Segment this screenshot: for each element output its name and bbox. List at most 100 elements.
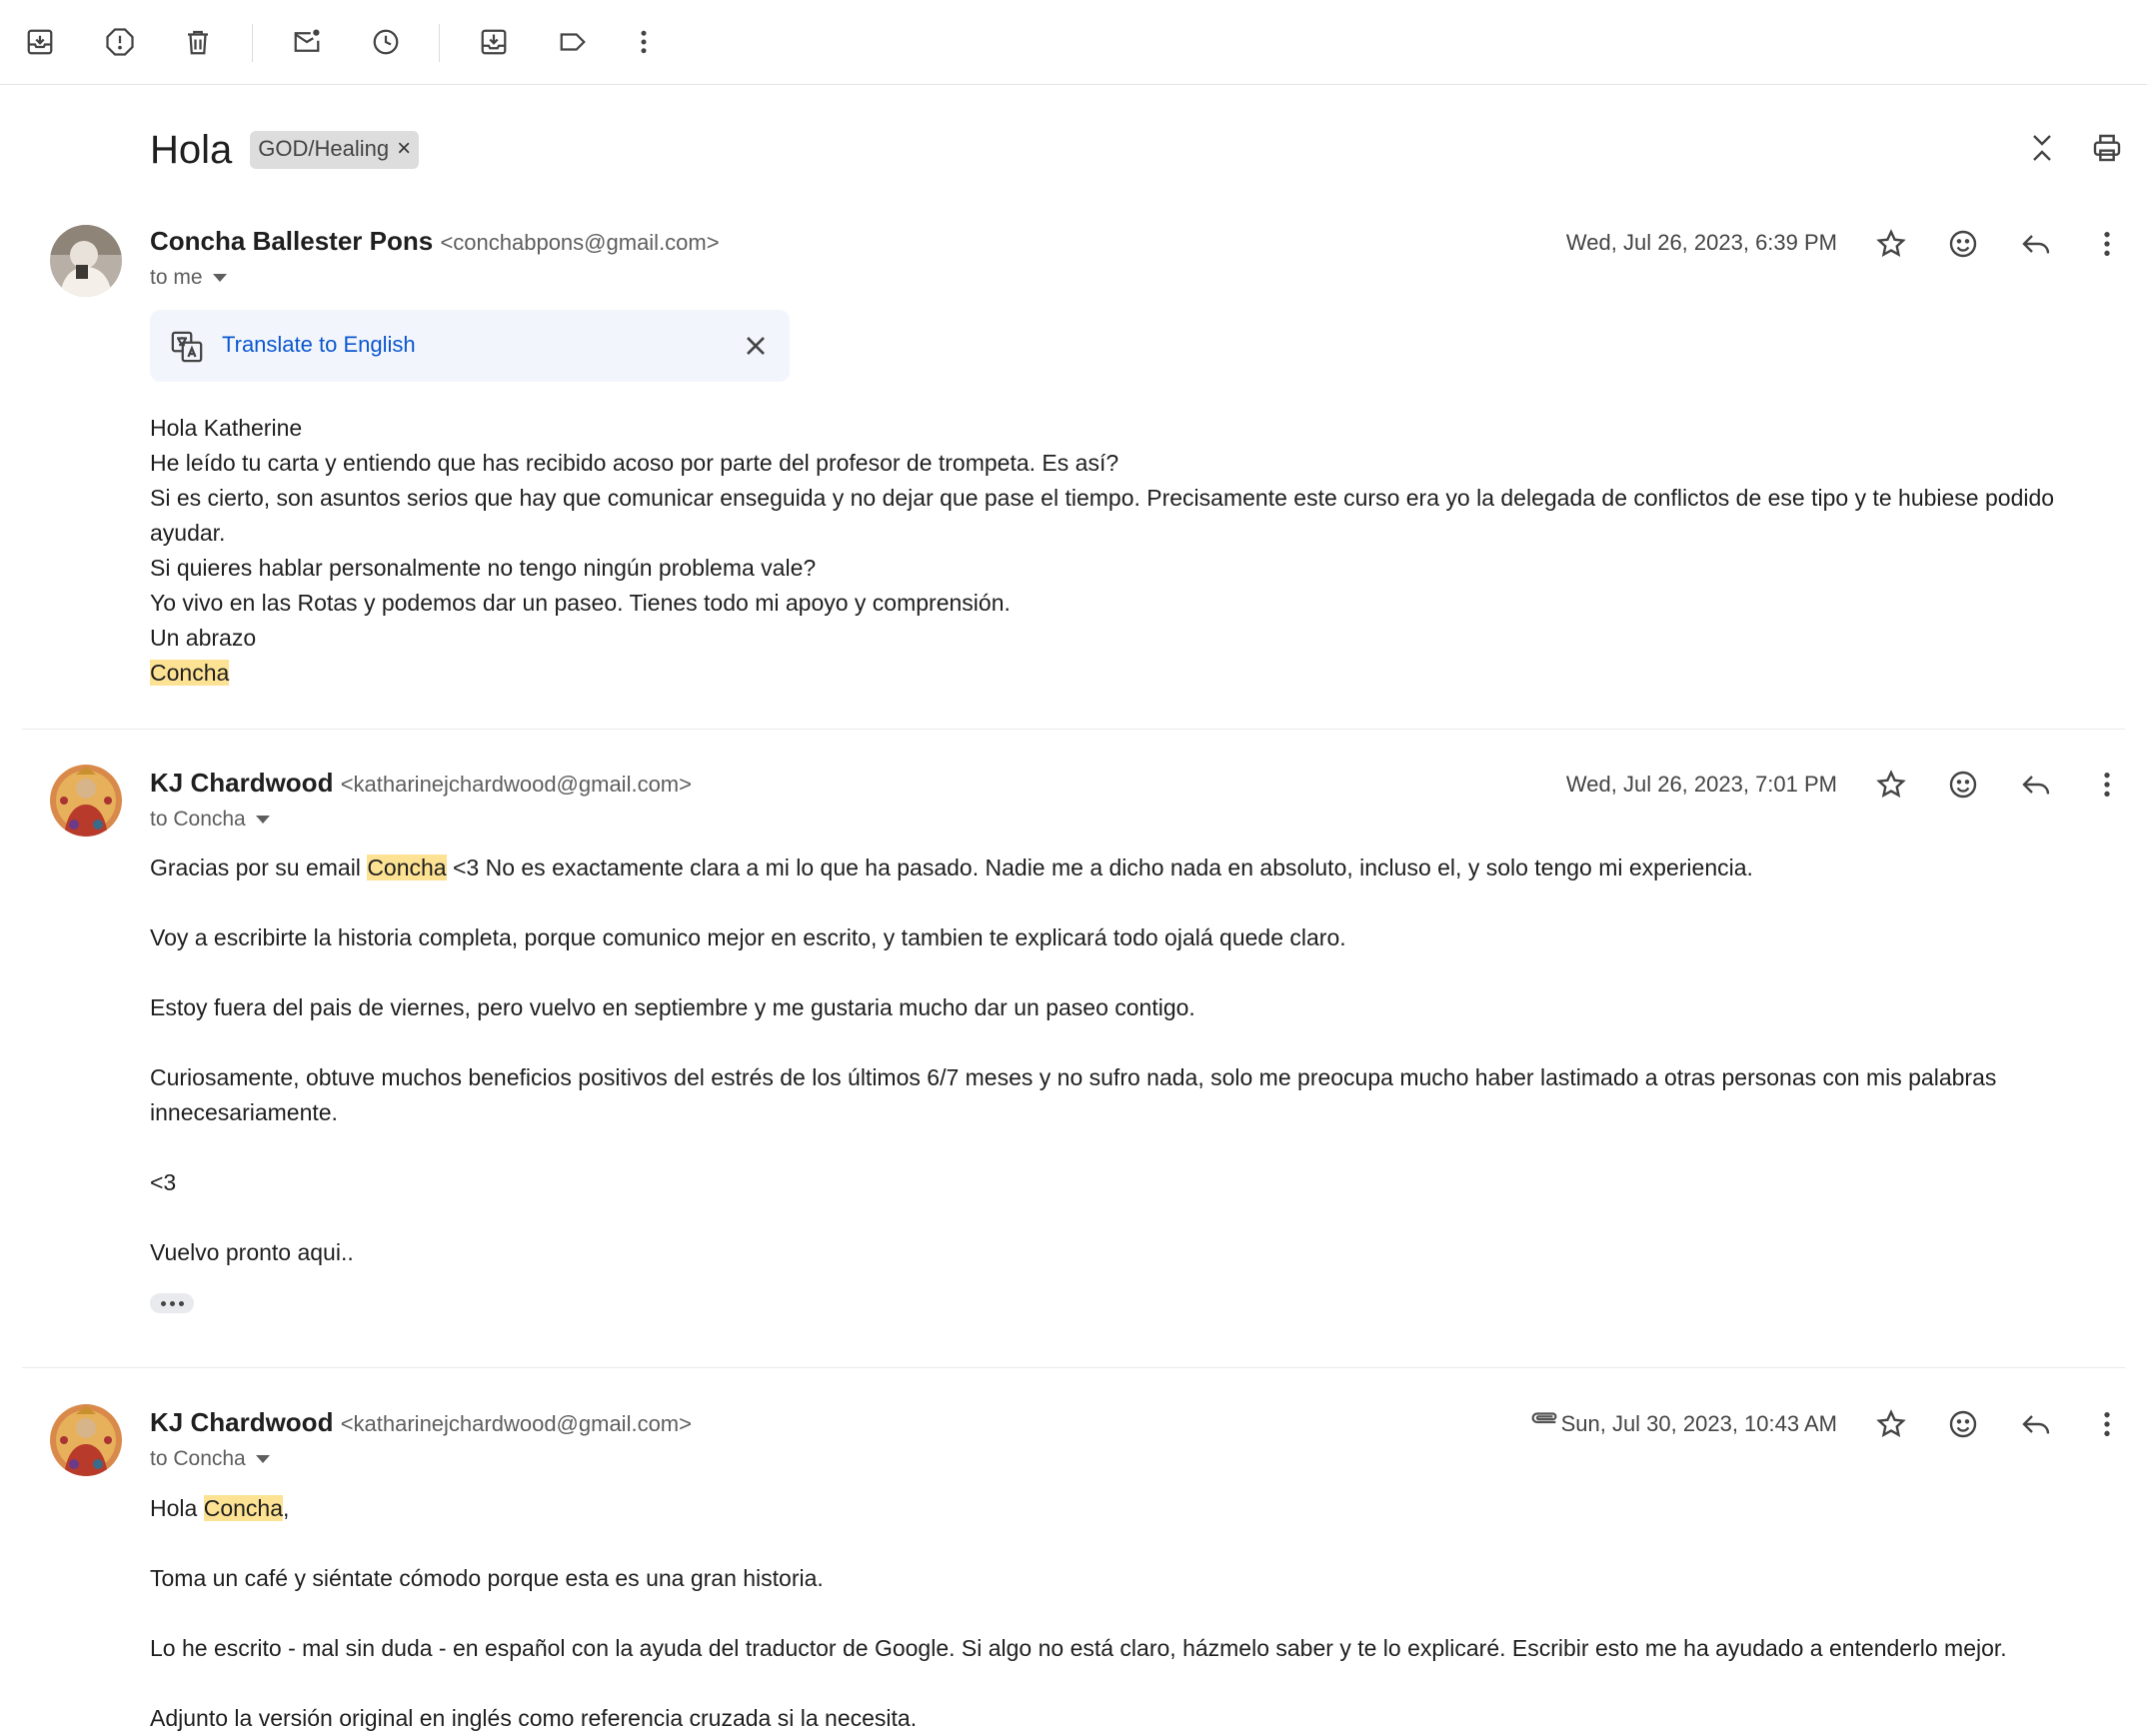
reply-icon (2022, 235, 2050, 254)
more-vert-icon (2104, 773, 2110, 797)
label-chip[interactable]: GOD/Healing × (250, 131, 420, 169)
report-spam-button[interactable] (98, 20, 142, 64)
show-trimmed-content-button[interactable] (150, 1293, 194, 1313)
body-line: Hola Katherine (150, 415, 303, 441)
reply-button[interactable] (2012, 761, 2060, 809)
avatar-photo-icon (50, 765, 122, 837)
chevron-down-icon (255, 1455, 270, 1463)
toolbar (0, 0, 2147, 85)
body-paragraph: Estoy fuera del pais de viernes, pero vu… (150, 994, 1195, 1020)
message-body: Gracias por su email Concha <3 No es exa… (150, 851, 2099, 1270)
delete-icon (188, 30, 208, 55)
message-divider (22, 729, 2125, 730)
print-button[interactable] (2085, 126, 2129, 170)
more-vert-icon (641, 30, 647, 54)
avatar[interactable] (50, 1404, 122, 1476)
sender-line: KJ Chardwood <katharinejchardwood@gmail.… (150, 768, 692, 799)
recipients-text: to me (150, 266, 203, 289)
more-vert-icon (2104, 1412, 2110, 1436)
recipients-dropdown[interactable]: to Concha (150, 1447, 270, 1471)
body-text-segment: , (282, 1495, 290, 1521)
move-to-icon (481, 29, 507, 55)
add-reaction-button[interactable] (1939, 220, 1987, 268)
message-divider (22, 1367, 2125, 1368)
more-message-options-button[interactable] (2083, 220, 2131, 268)
sender-email: <conchabpons@gmail.com> (440, 230, 720, 255)
highlighted-name: Concha (203, 1495, 283, 1521)
star-button[interactable] (1867, 761, 1915, 809)
sender-line: Concha Ballester Pons <conchabpons@gmail… (150, 226, 720, 257)
mark-unread-button[interactable] (285, 20, 329, 64)
label-icon (560, 33, 586, 51)
sender-name: Concha Ballester Pons (150, 226, 434, 256)
body-paragraph: Gracias por su email Concha <3 No es exa… (150, 851, 2099, 885)
more-message-options-button[interactable] (2083, 1400, 2131, 1448)
avatar-photo-icon (50, 225, 122, 297)
body-paragraph: Toma un café y siéntate cómodo porque es… (150, 1565, 824, 1591)
more-options-button[interactable] (622, 20, 666, 64)
reply-button[interactable] (2012, 1400, 2060, 1448)
star-icon (1876, 1409, 1906, 1437)
body-paragraph: Vuelvo pronto aqui.. (150, 1239, 354, 1265)
body-paragraph: Adjunto la versión original en inglés co… (150, 1705, 918, 1731)
close-icon[interactable] (740, 330, 772, 362)
reply-icon (2022, 1415, 2050, 1434)
reply-button[interactable] (2012, 220, 2060, 268)
sender-line: KJ Chardwood <katharinejchardwood@gmail.… (150, 1407, 692, 1438)
body-line: Si es cierto, son asuntos serios que hay… (150, 485, 2055, 546)
delete-button[interactable] (176, 20, 220, 64)
remove-label-button[interactable]: × (397, 135, 411, 163)
more-vert-icon (2104, 232, 2110, 256)
report-spam-icon (106, 28, 134, 56)
add-reaction-button[interactable] (1939, 761, 1987, 809)
move-to-button[interactable] (472, 20, 516, 64)
more-message-options-button[interactable] (2083, 761, 2131, 809)
body-paragraph: Voy a escribirte la historia completa, p… (150, 924, 1346, 950)
translate-link[interactable]: Translate to English (222, 332, 416, 358)
star-button[interactable] (1867, 1400, 1915, 1448)
recipients-text: to Concha (150, 808, 246, 831)
avatar-photo-icon (50, 1404, 122, 1476)
body-paragraph: Lo he escrito - mal sin duda - en españo… (150, 1635, 2007, 1661)
star-icon (1876, 229, 1906, 257)
chevron-down-icon (212, 274, 227, 282)
archive-icon (27, 29, 53, 55)
avatar[interactable] (50, 225, 122, 297)
reply-icon (2022, 776, 2050, 795)
sender-email: <katharinejchardwood@gmail.com> (340, 1411, 692, 1436)
recipients-text: to Concha (150, 1447, 246, 1470)
recipients-dropdown[interactable]: to Concha (150, 808, 270, 832)
body-line: Yo vivo en las Rotas y podemos dar un pa… (150, 590, 1011, 616)
label-button[interactable] (551, 20, 595, 64)
print-icon (2093, 134, 2121, 162)
body-line: Si quieres hablar personalmente no tengo… (150, 555, 817, 581)
translate-icon (171, 331, 203, 363)
chevron-down-icon (255, 816, 270, 824)
message-body: Hola Concha, Toma un café y siéntate cóm… (150, 1491, 2099, 1736)
highlighted-name: Concha (150, 660, 230, 686)
toolbar-divider (439, 24, 440, 62)
sender-email: <katharinejchardwood@gmail.com> (340, 772, 692, 797)
recipients-dropdown[interactable]: to me (150, 266, 227, 290)
add-reaction-button[interactable] (1939, 1400, 1987, 1448)
body-text-segment: Gracias por su email (150, 855, 368, 880)
collapse-all-icon (2033, 135, 2051, 161)
attachment-icon (1531, 1412, 1557, 1424)
mark-unread-icon (294, 29, 320, 52)
toolbar-divider (252, 24, 253, 62)
snooze-button[interactable] (364, 20, 408, 64)
dot (169, 1300, 175, 1306)
label-chip-text: GOD/Healing (258, 136, 390, 161)
collapse-all-button[interactable] (2020, 126, 2064, 170)
star-icon (1876, 770, 1906, 798)
body-paragraph: Curiosamente, obtuve muchos beneficios p… (150, 1064, 1997, 1125)
avatar[interactable] (50, 765, 122, 837)
star-button[interactable] (1867, 220, 1915, 268)
sender-name: KJ Chardwood (150, 768, 334, 798)
message-date: Sun, Jul 30, 2023, 10:43 AM (1560, 1411, 1837, 1436)
message-date: Wed, Jul 26, 2023, 6:39 PM (1565, 230, 1837, 255)
dot (178, 1300, 184, 1306)
archive-button[interactable] (18, 20, 62, 64)
message-date: Wed, Jul 26, 2023, 7:01 PM (1565, 772, 1837, 797)
subject-row: Hola GOD/Healing × (150, 120, 420, 180)
